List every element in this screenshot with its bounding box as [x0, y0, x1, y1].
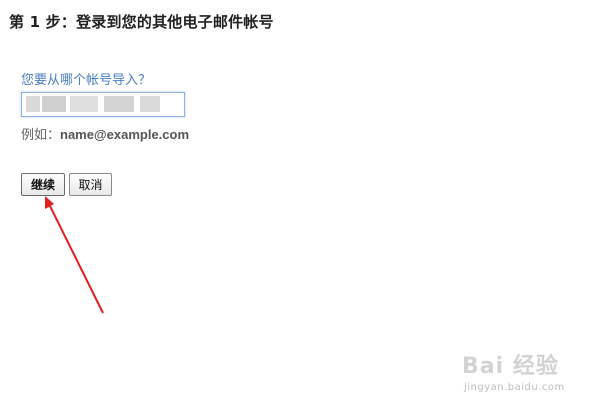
redacted-text-block — [140, 96, 160, 112]
example-hint: 例如：name@example.com — [21, 124, 189, 143]
continue-button[interactable]: 继续 — [21, 173, 65, 196]
redacted-text-block — [26, 96, 40, 112]
arrow-head — [45, 196, 54, 209]
example-address: name@example.com — [60, 127, 190, 142]
step-title: 第 1 步：登录到您的其他电子邮件帐号 — [9, 13, 274, 31]
watermark: Bai 经验 jingyan.baidu.com — [462, 348, 588, 400]
watermark-url: jingyan.baidu.com — [464, 382, 565, 393]
redacted-text-block — [70, 96, 98, 112]
redacted-text-block — [104, 96, 134, 112]
watermark-logo: Bai 经验 — [462, 354, 559, 379]
example-prefix: 例如： — [21, 127, 61, 142]
import-question: 您要从哪个帐号导入？ — [21, 73, 152, 88]
cancel-button[interactable]: 取消 — [69, 173, 112, 196]
redacted-text-block — [42, 96, 66, 112]
arrow-shaft — [48, 203, 104, 314]
